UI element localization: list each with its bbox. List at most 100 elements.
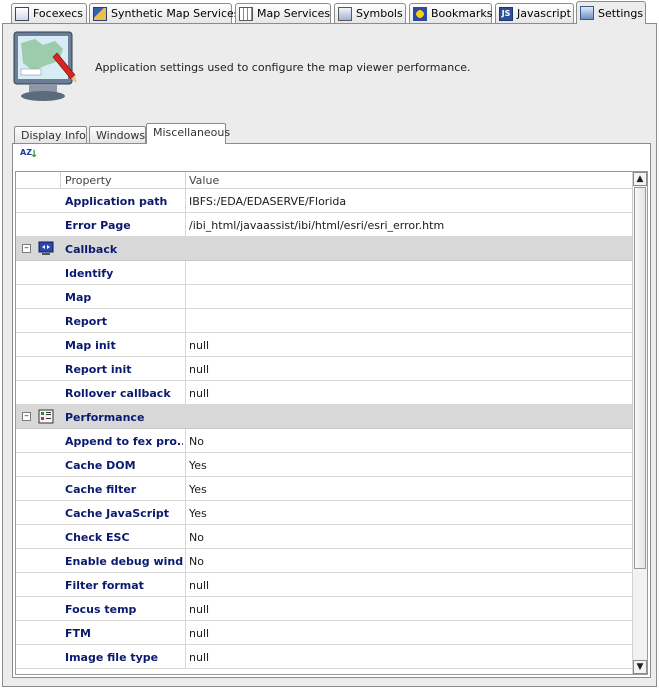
property-row-identify[interactable]: Identify — [16, 261, 632, 285]
tab-miscellaneous[interactable]: Miscellaneous — [146, 123, 230, 144]
property-name: Cache filter — [65, 483, 137, 496]
property-grid: Property Value Application path IBFS:/EDA… — [15, 171, 648, 675]
category-row-performance[interactable]: – Performance — [16, 405, 632, 429]
property-value[interactable]: No — [189, 435, 204, 448]
property-name: Error Page — [65, 219, 131, 232]
property-name: Application path — [65, 195, 168, 208]
monitor-map-icon — [13, 31, 77, 101]
property-name: Append to fex pro... — [65, 435, 183, 448]
performance-category-icon — [38, 409, 54, 424]
property-row-report-init[interactable]: Report init null — [16, 357, 632, 381]
map-services-icon — [239, 6, 253, 21]
property-value[interactable]: IBFS:/EDA/EDASERVE/Florida — [189, 195, 346, 208]
property-row-focus-temp[interactable]: Focus temp null — [16, 597, 632, 621]
tab-label: Windows — [96, 129, 146, 142]
property-value[interactable]: Yes — [189, 459, 207, 472]
tab-focexecs[interactable]: Focexecs — [11, 3, 87, 23]
property-row-ftm[interactable]: FTM null — [16, 621, 632, 645]
column-header-property[interactable]: Property — [65, 174, 112, 187]
settings-description: Application settings used to configure t… — [95, 61, 471, 74]
property-name: Cache JavaScript — [65, 507, 170, 520]
property-row-append-to-fex[interactable]: Append to fex pro... No — [16, 429, 632, 453]
category-name: Callback — [65, 243, 118, 256]
property-name: Report — [65, 315, 108, 328]
property-row-cache-dom[interactable]: Cache DOM Yes — [16, 453, 632, 477]
tab-label: Display Info — [21, 129, 86, 142]
tab-symbols[interactable]: Symbols — [334, 3, 406, 23]
scrollbar-thumb[interactable] — [634, 187, 646, 569]
property-name: FTM — [65, 627, 91, 640]
property-row-application-path[interactable]: Application path IBFS:/EDA/EDASERVE/Flori… — [16, 189, 632, 213]
property-name: Check ESC — [65, 531, 130, 544]
grid-header: Property Value — [16, 172, 632, 189]
category-name: Performance — [65, 411, 145, 424]
sort-arrow-icon: ↓ — [30, 149, 39, 160]
property-value[interactable]: Yes — [189, 483, 207, 496]
tab-label: Bookmarks — [431, 7, 493, 20]
property-name: Cache DOM — [65, 459, 136, 472]
javascript-icon: JS — [499, 6, 513, 21]
property-name: Map init — [65, 339, 116, 352]
property-value[interactable]: No — [189, 555, 204, 568]
property-row-enable-debug-window[interactable]: Enable debug wind... No — [16, 549, 632, 573]
property-row-cache-filter[interactable]: Cache filter Yes — [16, 477, 632, 501]
property-value[interactable]: null — [189, 651, 209, 664]
tab-label: Javascript — [517, 7, 571, 20]
settings-panel: Application settings used to configure t… — [2, 23, 657, 687]
property-value[interactable]: null — [189, 627, 209, 640]
property-value[interactable]: Yes — [189, 507, 207, 520]
category-row-callback[interactable]: – Callback — [16, 237, 632, 261]
property-name: Enable debug wind... — [65, 555, 183, 568]
property-row-error-page[interactable]: Error Page/ibi_html/javaassist/ibi/html/… — [16, 213, 632, 237]
collapse-toggle-icon[interactable]: – — [22, 244, 31, 253]
tab-javascript[interactable]: JS Javascript — [495, 3, 574, 23]
property-name: Filter format — [65, 579, 144, 592]
scroll-down-icon[interactable]: ▼ — [633, 660, 647, 674]
sort-alphabetical-icon[interactable]: AZ ↓ — [20, 149, 39, 165]
property-name: Image file type — [65, 651, 159, 664]
property-row-cache-javascript[interactable]: Cache JavaScript Yes — [16, 501, 632, 525]
property-row-filter-format[interactable]: Filter format null — [16, 573, 632, 597]
tab-bookmarks[interactable]: Bookmarks — [409, 3, 492, 23]
tab-windows[interactable]: Windows — [89, 126, 146, 144]
tab-label: Miscellaneous — [153, 126, 231, 139]
column-divider — [185, 172, 186, 188]
property-row-map-init[interactable]: Map init null — [16, 333, 632, 357]
property-value[interactable]: null — [189, 339, 209, 352]
tab-display-info[interactable]: Display Info — [14, 126, 87, 144]
focexec-icon — [15, 6, 29, 21]
property-name: Focus temp — [65, 603, 137, 616]
miscellaneous-tab-body: AZ ↓ Property Value Application path IBFS… — [12, 143, 651, 678]
column-divider — [60, 172, 61, 188]
property-name: Report init — [65, 363, 132, 376]
tab-label: Symbols — [356, 7, 403, 20]
tab-settings[interactable]: Settings — [576, 1, 646, 24]
property-value[interactable]: null — [189, 387, 209, 400]
tab-label: Synthetic Map Services — [111, 7, 240, 20]
tab-map-services[interactable]: Map Services — [235, 3, 331, 23]
property-row-check-esc[interactable]: Check ESC No — [16, 525, 632, 549]
column-header-value[interactable]: Value — [189, 174, 219, 187]
property-value[interactable]: null — [189, 363, 209, 376]
scroll-up-icon[interactable]: ▲ — [633, 172, 647, 186]
tab-label: Map Services — [257, 7, 331, 20]
property-name: Map — [65, 291, 92, 304]
property-row-image-file-type[interactable]: Image file type null — [16, 645, 632, 669]
tab-synthetic-map-services[interactable]: Synthetic Map Services — [89, 3, 240, 23]
grid-rows: Application path IBFS:/EDA/EDASERVE/Flori… — [16, 189, 632, 669]
settings-icon — [580, 6, 594, 20]
property-value[interactable]: null — [189, 579, 209, 592]
vertical-scrollbar[interactable]: ▲ ▼ — [632, 172, 647, 674]
tab-label: Settings — [598, 6, 644, 20]
collapse-toggle-icon[interactable]: – — [22, 412, 31, 421]
property-name: Rollover callback — [65, 387, 171, 400]
property-value[interactable]: null — [189, 603, 209, 616]
property-value[interactable]: /ibi_html/javaassist/ibi/html/esri/esri_… — [189, 219, 444, 232]
property-row-rollover-callback[interactable]: Rollover callback null — [16, 381, 632, 405]
property-row-map[interactable]: Map — [16, 285, 632, 309]
property-row-report[interactable]: Report — [16, 309, 632, 333]
callback-category-icon — [38, 241, 54, 255]
synthetic-map-icon — [93, 6, 107, 21]
tab-label: Focexecs — [33, 7, 84, 20]
property-value[interactable]: No — [189, 531, 204, 544]
